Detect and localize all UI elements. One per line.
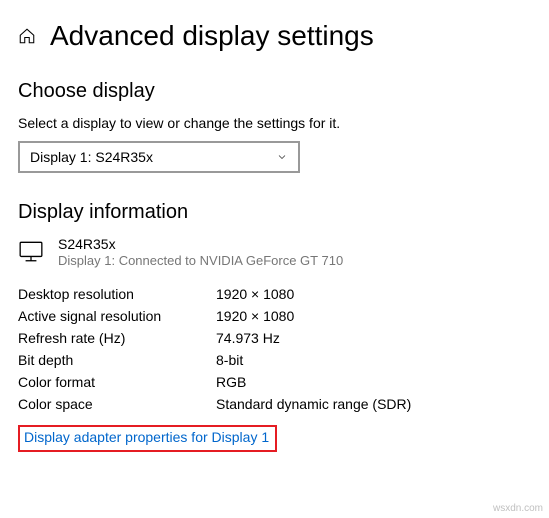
header: Advanced display settings (0, 0, 549, 52)
value-color-format: RGB (216, 371, 246, 393)
value-color-space: Standard dynamic range (SDR) (216, 393, 411, 415)
display-name: S24R35x (58, 236, 343, 252)
display-status: Display 1: Connected to NVIDIA GeForce G… (58, 253, 343, 268)
row-color-space: Color space Standard dynamic range (SDR) (18, 393, 531, 415)
value-refresh-rate: 74.973 Hz (216, 327, 280, 349)
display-select-value: Display 1: S24R35x (30, 149, 153, 165)
label-active-resolution: Active signal resolution (18, 305, 216, 327)
label-bit-depth: Bit depth (18, 349, 216, 371)
chevron-down-icon (276, 151, 288, 163)
adapter-link-highlight: Display adapter properties for Display 1 (18, 425, 277, 452)
label-refresh-rate: Refresh rate (Hz) (18, 327, 216, 349)
choose-display-subtext: Select a display to view or change the s… (18, 115, 531, 131)
value-active-resolution: 1920 × 1080 (216, 305, 294, 327)
display-information-section: Display information S24R35x Display 1: C… (0, 201, 549, 452)
choose-display-section: Choose display Select a display to view … (0, 80, 549, 173)
row-desktop-resolution: Desktop resolution 1920 × 1080 (18, 283, 531, 305)
row-bit-depth: Bit depth 8-bit (18, 349, 531, 371)
row-color-format: Color format RGB (18, 371, 531, 393)
display-select-dropdown[interactable]: Display 1: S24R35x (18, 141, 300, 173)
home-icon[interactable] (18, 27, 36, 45)
display-adapter-properties-link[interactable]: Display adapter properties for Display 1 (24, 429, 269, 445)
page-title: Advanced display settings (50, 20, 374, 52)
monitor-icon (18, 238, 44, 269)
display-header-row: S24R35x Display 1: Connected to NVIDIA G… (18, 236, 531, 269)
label-color-format: Color format (18, 371, 216, 393)
label-desktop-resolution: Desktop resolution (18, 283, 216, 305)
choose-display-heading: Choose display (18, 80, 531, 103)
row-refresh-rate: Refresh rate (Hz) 74.973 Hz (18, 327, 531, 349)
value-desktop-resolution: 1920 × 1080 (216, 283, 294, 305)
row-active-resolution: Active signal resolution 1920 × 1080 (18, 305, 531, 327)
label-color-space: Color space (18, 393, 216, 415)
display-information-heading: Display information (18, 201, 531, 224)
value-bit-depth: 8-bit (216, 349, 243, 371)
watermark: wsxdn.com (493, 503, 543, 514)
